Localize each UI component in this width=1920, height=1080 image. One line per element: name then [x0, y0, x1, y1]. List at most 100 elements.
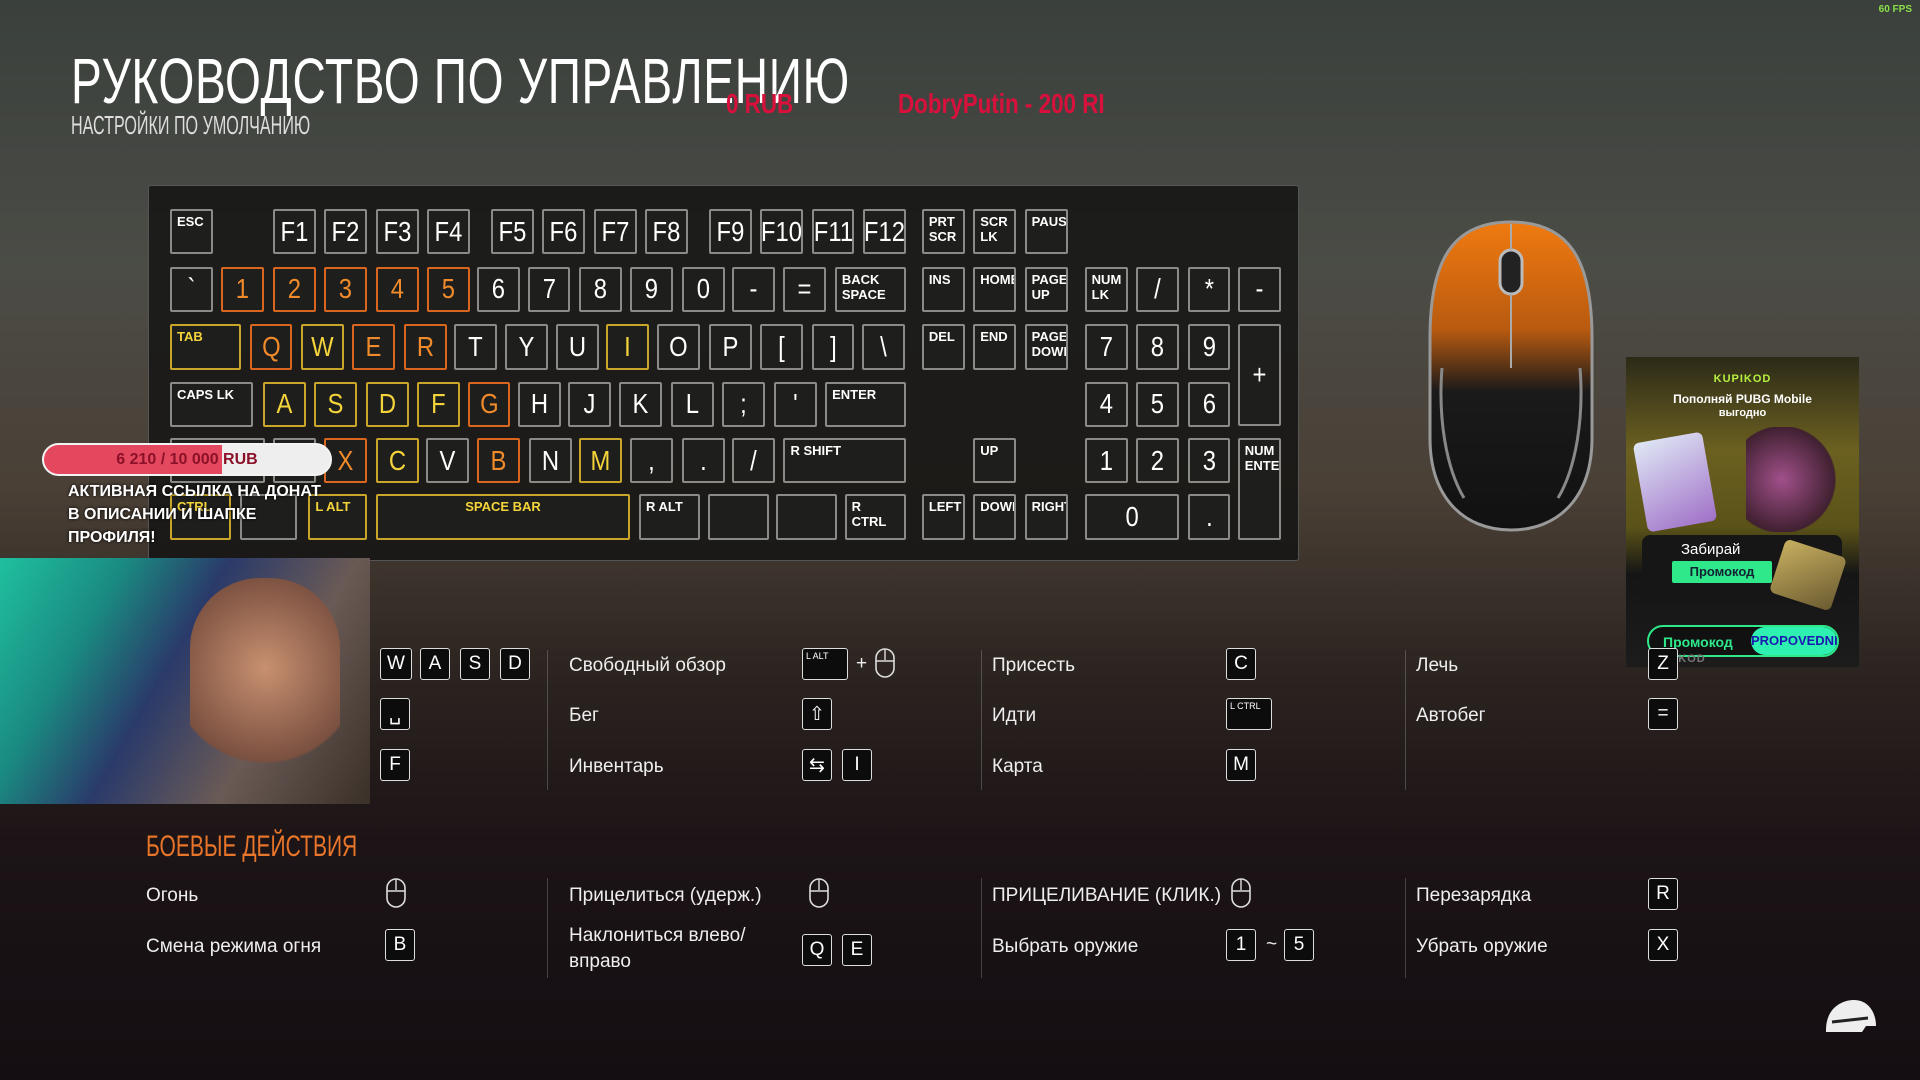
- key-label: D: [378, 388, 396, 420]
- key-f7: F7: [593, 209, 637, 255]
- key-label: C: [388, 444, 406, 476]
- key-label: CAPS LK: [176, 386, 235, 402]
- key-home: HOME: [973, 266, 1017, 312]
- key-2: 2: [272, 266, 316, 312]
- key-.: .: [681, 438, 725, 484]
- key-t: T: [454, 324, 497, 370]
- action-label: Смена режима огня: [146, 936, 322, 957]
- key-label: PRT SCR: [928, 214, 957, 245]
- key-label: 9: [1202, 330, 1216, 362]
- key-label: 3: [339, 273, 353, 305]
- action-label: Перезарядка: [1416, 885, 1532, 906]
- key-d: D: [365, 381, 409, 428]
- key-f11: F11: [811, 209, 855, 255]
- key-blank: [707, 494, 769, 540]
- donation-progress-bar: 6 210 / 10 000 RUB: [42, 443, 332, 476]
- key-,: ,: [630, 438, 674, 484]
- key-cap: Z: [1648, 648, 1678, 680]
- key-label: SPACE BAR: [465, 499, 541, 515]
- key-cap: L CTRL: [1226, 698, 1272, 730]
- key-label: LEFT: [928, 499, 962, 515]
- key-f10: F10: [760, 209, 804, 255]
- promo-code: PROPOVEDNIK: [1751, 627, 1837, 655]
- ad-promocode-button[interactable]: Промокод: [1672, 561, 1772, 583]
- key-e: E: [352, 324, 396, 370]
- key-blank: [776, 494, 838, 540]
- key-label: ENTER: [832, 386, 877, 402]
- key-label: TAB: [176, 329, 203, 345]
- key-n: N: [528, 438, 572, 484]
- key-label: B: [490, 444, 507, 476]
- mouse-icon: [874, 647, 896, 679]
- key-3: 3: [324, 266, 368, 312]
- key-label: L: [685, 388, 699, 420]
- key-*: *: [1187, 266, 1231, 312]
- key-label: *: [1204, 273, 1214, 305]
- key-label: E: [365, 330, 382, 362]
- key-6: 6: [1187, 381, 1231, 428]
- key-8: 8: [1136, 324, 1179, 370]
- key-label: RIGHT: [1031, 499, 1066, 515]
- key-label: F6: [549, 215, 578, 247]
- key-h: H: [517, 381, 561, 428]
- key-enter: ENTER: [825, 381, 906, 428]
- key-label: =: [797, 273, 812, 305]
- key-label: I: [624, 330, 631, 362]
- key-8: 8: [578, 266, 622, 312]
- key-label: .: [1205, 501, 1213, 533]
- key-a: A: [263, 381, 306, 428]
- key-label: NUM LK: [1091, 271, 1122, 302]
- key-label: G: [479, 388, 499, 420]
- key-label: Q: [261, 330, 281, 362]
- action-label: Свободный обзор: [569, 655, 726, 676]
- key-label: BACK SPACE: [841, 271, 886, 302]
- key-cap: I: [842, 749, 872, 781]
- key-cap: X: [1648, 929, 1678, 961]
- key-label: F10: [761, 215, 803, 247]
- kupikod-ad-banner[interactable]: KUPIKOD Пополняй PUBG Mobile выгодно Заб…: [1626, 357, 1859, 667]
- key-label: 5: [441, 273, 456, 305]
- key-num-enter: NUM ENTER: [1237, 438, 1281, 540]
- key-r-ctrl: R CTRL: [844, 494, 906, 540]
- webcam-overlay: [0, 558, 370, 804]
- key-f4: F4: [427, 209, 470, 255]
- key-label: 1: [1099, 444, 1113, 476]
- key-prt-scr: PRT SCR: [921, 209, 965, 255]
- key-label: PAGE UP: [1031, 271, 1068, 302]
- ad-headline-2: выгодно: [1718, 407, 1767, 419]
- key-label: W: [311, 330, 334, 362]
- key-label: -: [1255, 273, 1264, 305]
- key-5: 5: [1136, 381, 1179, 428]
- character-image: [1746, 427, 1836, 532]
- key-label: ': [792, 388, 798, 420]
- key-label: 0: [696, 273, 710, 305]
- key-label: 8: [1150, 330, 1165, 362]
- key-label: J: [583, 388, 596, 420]
- key-num-lk: NUM LK: [1084, 266, 1128, 312]
- key-label: F8: [652, 215, 681, 247]
- key-cap: M: [1226, 749, 1256, 781]
- key-cap: F: [380, 749, 410, 781]
- key-tab: TAB: [169, 324, 241, 370]
- key-label: F12: [863, 215, 905, 247]
- key-p: P: [708, 324, 752, 370]
- key-label: 0: [1125, 501, 1139, 533]
- key-label: /: [750, 444, 757, 476]
- key-1: 1: [221, 266, 265, 312]
- key-k: K: [619, 381, 663, 428]
- key-label: NUM ENTER: [1244, 443, 1280, 474]
- column-divider: [1405, 650, 1406, 790]
- action-label: Наклониться влево/ вправо: [569, 925, 746, 972]
- key-label: 7: [542, 273, 556, 305]
- key-label: A: [276, 388, 293, 420]
- key-7: 7: [527, 266, 571, 312]
- key-s: S: [314, 381, 358, 428]
- key-\: \: [861, 324, 905, 370]
- key-.: .: [1187, 494, 1231, 540]
- action-label: Бег: [569, 705, 599, 726]
- key-[: [: [760, 324, 804, 370]
- key-1: 1: [1084, 438, 1128, 484]
- key-down: DOWN: [973, 494, 1017, 540]
- key-separator: ~: [1266, 934, 1278, 955]
- key-label: 5: [1150, 388, 1165, 420]
